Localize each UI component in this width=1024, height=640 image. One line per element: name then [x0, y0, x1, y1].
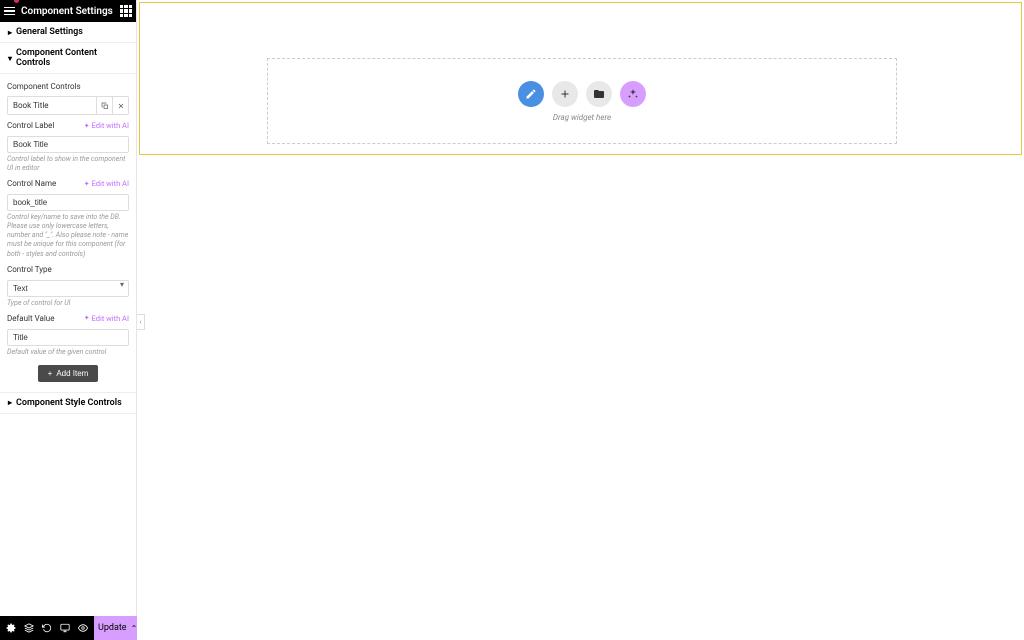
control-type-field: Control Type Text ▾ Type of control for …	[7, 265, 129, 308]
control-type-select[interactable]: Text	[7, 280, 129, 297]
responsive-icon[interactable]	[56, 616, 74, 640]
sidebar-footer: Update ⌃	[0, 616, 136, 640]
field-label: Control Label	[7, 121, 54, 130]
panel-title: Component Settings	[21, 6, 120, 17]
drop-zone[interactable]: Drag widget here	[267, 58, 897, 144]
plus-icon: +	[48, 369, 53, 378]
edit-with-ai-link[interactable]: Edit with AI	[84, 179, 129, 188]
selected-component[interactable]: Drag widget here	[139, 2, 1022, 155]
control-item-row[interactable]: Book Title	[7, 96, 129, 115]
add-item-label: Add Item	[56, 369, 88, 378]
caret-right-icon: ▸	[8, 28, 12, 37]
update-button[interactable]: Update ⌃	[94, 616, 141, 640]
close-icon[interactable]	[112, 97, 128, 114]
field-label: Control Name	[7, 179, 56, 188]
apps-icon[interactable]	[120, 5, 132, 17]
help-text: Type of control for UI	[7, 299, 129, 308]
edit-with-ai-link[interactable]: Edit with AI	[84, 314, 129, 323]
section-content-controls[interactable]: ▾ Component Content Controls	[0, 43, 136, 74]
drop-zone-text: Drag widget here	[553, 113, 611, 122]
section-label: Component Style Controls	[16, 398, 122, 408]
settings-icon[interactable]	[2, 616, 20, 640]
control-name-input[interactable]	[7, 194, 129, 211]
field-label: Default Value	[7, 314, 54, 323]
section-style-controls[interactable]: ▸ Component Style Controls	[0, 393, 136, 414]
settings-sidebar: Component Settings ▸ General Settings ▾ …	[0, 0, 137, 640]
field-label: Control Type	[7, 265, 52, 274]
control-label-field: Control Label Edit with AI Control label…	[7, 121, 129, 173]
preview-icon[interactable]	[74, 616, 92, 640]
component-controls-label: Component Controls	[7, 82, 129, 91]
default-value-input[interactable]	[7, 329, 129, 346]
help-text: Control key/name to save into the DB. Pl…	[7, 213, 129, 258]
caret-right-icon: ▸	[8, 398, 12, 407]
update-label: Update	[98, 623, 127, 633]
help-text: Control label to show in the component U…	[7, 155, 129, 173]
plus-icon[interactable]	[552, 81, 578, 107]
canvas-area: Drag widget here	[137, 0, 1024, 640]
menu-icon[interactable]	[4, 7, 15, 16]
section-general-settings[interactable]: ▸ General Settings	[0, 22, 136, 43]
folder-icon[interactable]	[586, 81, 612, 107]
add-item-button[interactable]: + Add Item	[38, 365, 99, 382]
section-label: General Settings	[16, 27, 83, 37]
duplicate-icon[interactable]	[96, 97, 112, 114]
caret-down-icon: ▾	[8, 54, 12, 63]
default-value-field: Default Value Edit with AI Default value…	[7, 314, 129, 357]
edit-with-ai-link[interactable]: Edit with AI	[84, 121, 129, 130]
notification-dot	[14, 0, 19, 3]
ai-sparkle-icon[interactable]	[620, 81, 646, 107]
sidebar-header: Component Settings	[0, 0, 136, 22]
control-item-title: Book Title	[8, 97, 96, 114]
layers-icon[interactable]	[20, 616, 38, 640]
edit-icon[interactable]	[518, 81, 544, 107]
control-name-field: Control Name Edit with AI Control key/na…	[7, 179, 129, 258]
section-label: Component Content Controls	[16, 48, 128, 68]
control-label-input[interactable]	[7, 136, 129, 153]
content-controls-body: Component Controls Book Title Control La…	[0, 74, 136, 393]
collapse-panel-handle[interactable]: ‹	[137, 314, 145, 330]
help-text: Default value of the given control	[7, 348, 129, 357]
history-icon[interactable]	[38, 616, 56, 640]
